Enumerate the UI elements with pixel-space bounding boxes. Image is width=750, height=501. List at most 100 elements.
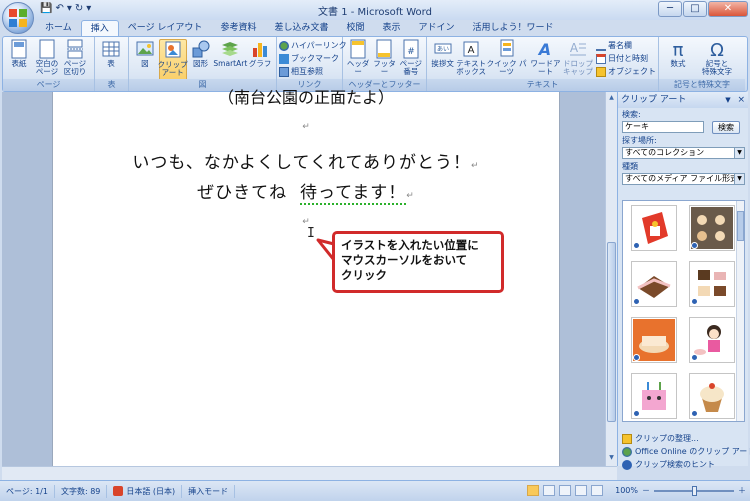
- location-select[interactable]: すべてのコレクション ▼: [622, 147, 745, 159]
- horizontal-scrollbar[interactable]: [2, 466, 617, 480]
- tab-word-tips[interactable]: 活用しよう！ワード: [464, 20, 563, 36]
- document-area: （南台公園の正面たよ） ↵ いつも、なかよくしてくれてありがとう！↵ ぜひきてね…: [2, 88, 605, 466]
- tab-review[interactable]: 校閲: [337, 20, 373, 36]
- clip-thumbnail[interactable]: [689, 373, 735, 419]
- zoom-slider-thumb[interactable]: [692, 485, 697, 496]
- clip-art-icon: [165, 41, 181, 58]
- page-break-icon: [67, 39, 83, 59]
- clip-results: [622, 200, 745, 422]
- minimize-button[interactable]: ─: [658, 1, 682, 17]
- results-scrollbar[interactable]: [736, 201, 744, 421]
- smartart-icon: [222, 42, 239, 56]
- cross-reference-icon: [279, 67, 289, 77]
- zoom-in-button[interactable]: ＋: [738, 485, 746, 496]
- organize-clips-link[interactable]: クリップの整理...: [622, 432, 750, 445]
- hyperlink-button[interactable]: ハイパーリンク: [279, 40, 347, 52]
- header-icon: [350, 39, 366, 59]
- search-tips-link[interactable]: クリップ検索のヒント: [622, 458, 750, 471]
- title-bar: 💾 ↶ ▾ ↻ ▾ 文書 1 - Microsoft Word ─ □ ✕: [0, 0, 750, 20]
- clip-thumbnail[interactable]: [631, 205, 677, 251]
- full-screen-view-button[interactable]: [543, 485, 556, 496]
- web-layout-view-button[interactable]: [559, 485, 572, 496]
- zoom-level[interactable]: 100%: [615, 486, 638, 495]
- tab-references[interactable]: 参考資料: [211, 20, 265, 36]
- bookmark-button[interactable]: ブックマーク: [279, 53, 347, 65]
- table-icon: [102, 41, 120, 57]
- clip-thumbnail[interactable]: [631, 373, 677, 419]
- date-time-button[interactable]: 日付と時刻: [596, 53, 656, 65]
- cover-page-icon: [11, 39, 27, 59]
- scrollbar-thumb[interactable]: [607, 242, 616, 422]
- chevron-down-icon: ▼: [734, 174, 744, 184]
- svg-text:A: A: [468, 45, 475, 56]
- spell-check-icon: [113, 486, 124, 496]
- vertical-scrollbar[interactable]: ▲ ▼: [605, 92, 617, 466]
- zoom-slider[interactable]: [654, 485, 734, 496]
- document-line-1: いつも、なかよくしてくれてありがとう！↵: [132, 153, 480, 173]
- symbols-group-label: 記号と特殊文字: [659, 79, 745, 91]
- chart-icon: [253, 43, 268, 57]
- scroll-down-icon[interactable]: ▼: [607, 454, 616, 464]
- tab-page-layout[interactable]: ページ レイアウト: [119, 20, 212, 36]
- footer-icon: [376, 39, 392, 59]
- clip-art-pane: クリップ アート ▼ × 検索: ケーキ 検索 探す場所: すべてのコレクション …: [617, 92, 750, 470]
- close-button[interactable]: ✕: [708, 1, 748, 17]
- clip-thumbnail[interactable]: [631, 261, 677, 307]
- object-button[interactable]: オブジェクト: [596, 66, 656, 78]
- cross-reference-button[interactable]: 相互参照: [279, 66, 347, 78]
- globe-icon: [622, 446, 632, 457]
- page-count[interactable]: ページ: 1/1: [0, 484, 55, 498]
- print-layout-view-button[interactable]: [527, 485, 540, 496]
- media-type-select[interactable]: すべてのメディア ファイル形式 ▼: [622, 173, 745, 185]
- clip-thumbnail[interactable]: [689, 205, 735, 251]
- omega-icon: Ω: [710, 40, 724, 59]
- greeting-icon: あい: [434, 43, 452, 54]
- zoom-out-button[interactable]: －: [642, 485, 650, 496]
- tab-mailings[interactable]: 差し込み文書: [265, 20, 337, 36]
- pane-close-icon[interactable]: ×: [737, 95, 745, 105]
- maximize-button[interactable]: □: [683, 1, 707, 17]
- signature-line-button[interactable]: 署名欄: [596, 40, 656, 52]
- type-label: 種類: [622, 162, 638, 171]
- pane-options-icon[interactable]: ▼: [725, 96, 730, 104]
- tab-view[interactable]: 表示: [373, 20, 409, 36]
- clip-thumbnail[interactable]: [689, 317, 735, 363]
- quick-parts-icon: [500, 39, 514, 57]
- help-icon: [622, 459, 632, 470]
- office-online-link[interactable]: Office Online のクリップ アート: [622, 445, 750, 458]
- hyperlink-icon: [279, 41, 289, 51]
- drop-cap-icon: A: [570, 41, 586, 56]
- search-button[interactable]: 検索: [712, 121, 740, 134]
- office-button[interactable]: [2, 2, 34, 34]
- location-label: 探す場所:: [622, 136, 657, 145]
- language-indicator[interactable]: 日本語 (日本): [107, 484, 183, 498]
- svg-text:A: A: [570, 41, 579, 55]
- search-input[interactable]: ケーキ: [622, 121, 704, 133]
- tab-addins[interactable]: アドイン: [410, 20, 464, 36]
- text-box-icon: A: [463, 41, 479, 57]
- view-zoom-controls: 100% － ＋: [527, 485, 746, 496]
- clip-pane-links: クリップの整理... Office Online のクリップ アート クリップ検…: [622, 432, 750, 471]
- svg-text:π: π: [673, 40, 684, 59]
- picture-icon: [136, 41, 154, 56]
- document-line-2: ぜひきてね 待ってます！↵: [197, 183, 415, 205]
- links-group: ハイパーリンク ブックマーク 相互参照 リンク: [277, 37, 347, 91]
- scroll-up-icon[interactable]: ▲: [607, 94, 616, 104]
- chevron-down-icon: ▼: [734, 148, 744, 158]
- window-controls: ─ □ ✕: [658, 1, 748, 17]
- outline-view-button[interactable]: [575, 485, 588, 496]
- page-group: 表紙 空白の ページ ページ 区切り ページ: [3, 37, 95, 91]
- clip-thumbnail[interactable]: [631, 317, 677, 363]
- insert-mode[interactable]: 挿入モード: [182, 484, 236, 498]
- wordart-icon: A: [537, 40, 551, 59]
- draft-view-button[interactable]: [591, 485, 604, 496]
- header-footer-group: ヘッダー フッター # ページ 番号 ヘッダーとフッター: [343, 37, 427, 91]
- word-count[interactable]: 文字数: 89: [55, 484, 108, 498]
- svg-text:#: #: [407, 47, 415, 57]
- cursor-paragraph: ↵: [302, 217, 310, 227]
- object-icon: [596, 67, 606, 77]
- tab-home[interactable]: ホーム: [36, 20, 81, 36]
- clip-thumbnail[interactable]: [689, 261, 735, 307]
- organize-clips-icon: [622, 433, 632, 444]
- tab-insert[interactable]: 挿入: [80, 20, 119, 36]
